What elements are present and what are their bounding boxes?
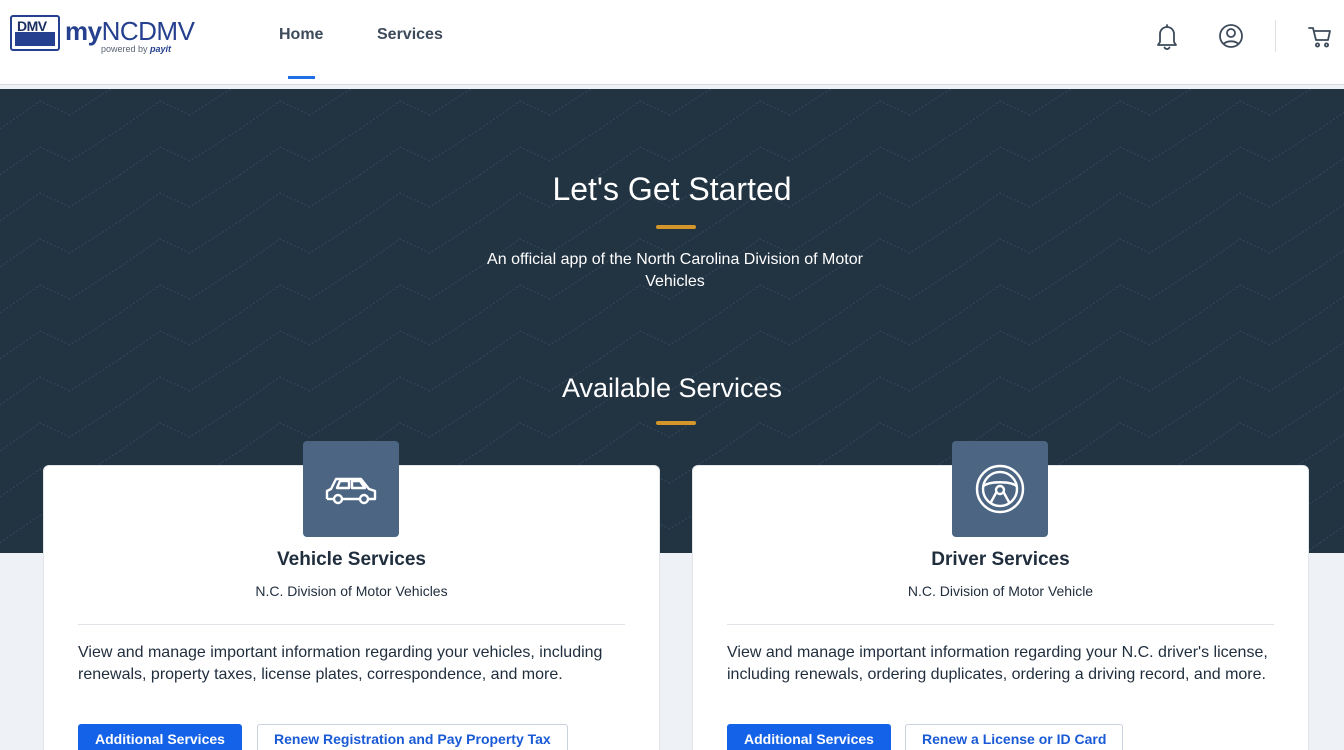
car-icon	[325, 477, 377, 505]
card-description: View and manage important information re…	[727, 644, 1268, 683]
nav-tab-services[interactable]: Services	[377, 26, 443, 44]
hero-title-accent	[656, 225, 696, 229]
hero-title: Let's Get Started	[552, 171, 792, 207]
header-divider	[1275, 20, 1276, 52]
powered-by-brand: payit	[150, 44, 172, 54]
card-title: Driver Services	[931, 549, 1070, 570]
services-heading-accent	[656, 421, 696, 425]
additional-services-button[interactable]: Additional Services	[727, 724, 891, 750]
powered-by-label: powered by payit	[101, 44, 171, 54]
nav-tab-home[interactable]: Home	[279, 26, 323, 44]
logo-wordmark: myNCDMV	[65, 16, 195, 46]
renew-registration-button[interactable]: Renew Registration and Pay Property Tax	[257, 724, 568, 750]
myncdmv-logo[interactable]: DMV myNCDMV powered by payit	[10, 15, 195, 55]
logo-word-rest: NCDMV	[101, 16, 195, 46]
additional-services-button[interactable]: Additional Services	[78, 724, 242, 750]
card-title: Vehicle Services	[277, 549, 426, 570]
card-subtitle: N.C. Division of Motor Vehicle	[907, 583, 1094, 599]
card-divider	[78, 624, 625, 625]
steering-wheel-icon	[975, 464, 1025, 514]
top-header: DMV myNCDMV powered by payit Home Servic…	[0, 0, 1344, 85]
dmv-badge-strip	[15, 32, 55, 46]
active-tab-indicator	[288, 76, 315, 79]
bell-icon[interactable]	[1151, 20, 1183, 52]
hero-subtitle: An official app of the North Carolina Di…	[487, 251, 863, 290]
user-icon[interactable]	[1215, 20, 1247, 52]
cart-icon[interactable]	[1304, 20, 1336, 52]
available-services-heading: Available Services	[561, 373, 783, 403]
powered-by-prefix: powered by	[101, 44, 151, 54]
card-divider	[727, 624, 1274, 625]
vehicle-icon-box	[303, 441, 399, 537]
logo-word-bold: my	[65, 16, 102, 46]
dmv-badge-logo: DMV	[10, 15, 60, 51]
driver-icon-box	[952, 441, 1048, 537]
card-subtitle: N.C. Division of Motor Vehicles	[255, 583, 448, 599]
card-description: View and manage important information re…	[78, 644, 603, 683]
renew-license-button[interactable]: Renew a License or ID Card	[905, 724, 1124, 750]
